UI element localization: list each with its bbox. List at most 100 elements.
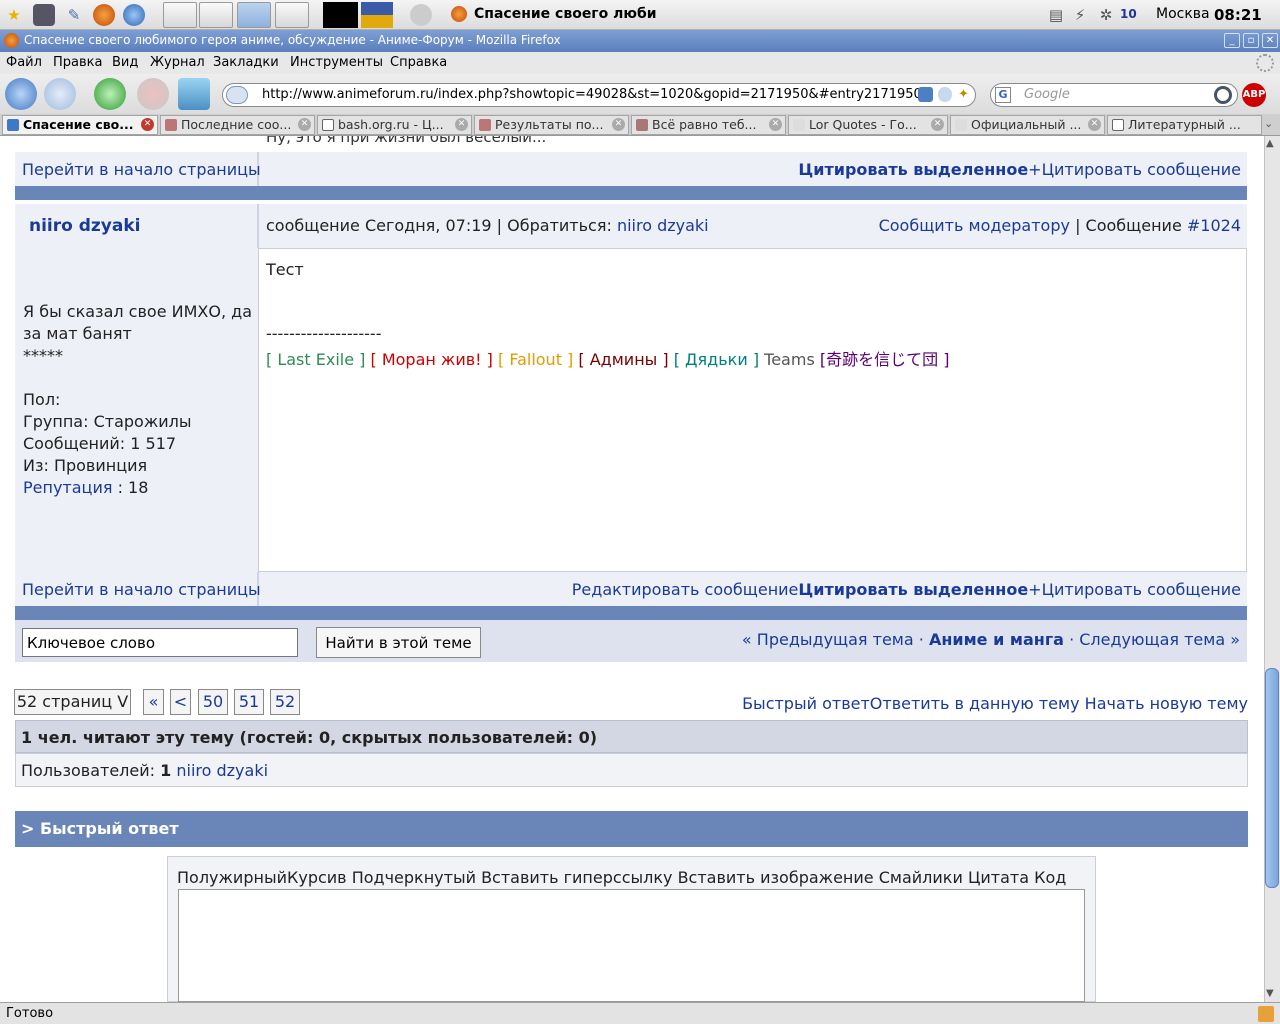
signature-item: [ Моран жив! ]: [370, 350, 493, 369]
taskbar-app-button[interactable]: [237, 2, 271, 28]
menu-history[interactable]: Журнал: [150, 55, 205, 70]
stop-icon[interactable]: [137, 78, 169, 110]
menu-file[interactable]: Файл: [6, 55, 42, 70]
menu-edit[interactable]: Правка: [53, 55, 102, 70]
post-header-actions: Сообщить модератору | Сообщение #1024: [879, 216, 1241, 235]
forward-icon[interactable]: [44, 78, 76, 110]
back-icon[interactable]: [5, 78, 37, 110]
page-link[interactable]: 51: [234, 689, 264, 715]
maximize-button[interactable]: ▫: [1243, 33, 1259, 48]
taskbar-app-button[interactable]: [275, 2, 309, 28]
taskbar-app-button[interactable]: [199, 2, 233, 28]
tab-close-icon[interactable]: ✕: [769, 118, 782, 131]
next-topic-link[interactable]: Следующая тема »: [1079, 630, 1240, 649]
scroll-up-icon[interactable]: ▲: [1266, 138, 1274, 149]
media-icon[interactable]: [410, 4, 432, 26]
tab-active[interactable]: Спасение сво... ✕: [2, 115, 158, 135]
google-engine-icon[interactable]: G: [995, 87, 1011, 103]
tools-icon[interactable]: ✎: [63, 4, 85, 26]
forum-link[interactable]: Аниме и манга: [929, 630, 1064, 649]
smilies-button[interactable]: Смайлики: [879, 868, 963, 887]
reply-link[interactable]: Ответить в данную тему: [870, 694, 1080, 713]
tab-close-icon[interactable]: ✕: [455, 118, 468, 131]
quick-reply-link[interactable]: Быстрый ответ: [742, 694, 870, 713]
tab-close-icon[interactable]: ✕: [1088, 118, 1101, 131]
code-button[interactable]: Код: [1034, 868, 1066, 887]
edit-message-link[interactable]: Редактировать сообщение: [572, 580, 799, 599]
taskbar-app-button[interactable]: [163, 2, 197, 28]
clipboard-icon[interactable]: ▤: [1045, 4, 1067, 26]
dropdown-icon[interactable]: [226, 86, 248, 104]
taskbar-window-title[interactable]: Спасение своего люби: [474, 6, 674, 22]
tab-close-icon[interactable]: ✕: [141, 118, 154, 131]
message-number-link[interactable]: #1024: [1187, 216, 1241, 235]
menu-tools[interactable]: Инструменты: [290, 55, 383, 70]
menu-help[interactable]: Справка: [390, 55, 447, 70]
quote-message-link[interactable]: Цитировать сообщение: [1042, 160, 1241, 179]
menu-bookmarks[interactable]: Закладки: [213, 55, 279, 70]
tab-label: Результаты по...: [495, 117, 604, 132]
top-of-page-link[interactable]: Перейти в начало страницы: [22, 160, 261, 179]
adblock-icon[interactable]: ABP: [1242, 83, 1266, 107]
network-icon[interactable]: ⚡: [1069, 4, 1091, 26]
top-of-page-link[interactable]: Перейти в начало страницы: [22, 580, 261, 599]
tab-close-icon[interactable]: ✕: [298, 118, 311, 131]
prev-page-button[interactable]: <: [170, 689, 191, 715]
tab[interactable]: Результаты по... ✕: [474, 115, 629, 135]
tab-close-icon[interactable]: ✕: [931, 118, 944, 131]
edit-icon[interactable]: [1258, 1006, 1274, 1022]
tab-label: Официальный ...: [971, 117, 1082, 132]
search-icon[interactable]: [1214, 86, 1232, 104]
reload-icon[interactable]: [94, 78, 126, 110]
quote-button[interactable]: Цитата: [968, 868, 1029, 887]
tab[interactable]: Литературный ...: [1107, 115, 1262, 135]
scrollbar-thumb[interactable]: [1265, 668, 1279, 888]
tab[interactable]: Lor Quotes - Го... ✕: [788, 115, 948, 135]
previous-topic-link[interactable]: « Предыдущая тема: [742, 630, 914, 649]
rss-icon[interactable]: [918, 87, 933, 102]
close-button[interactable]: ✕: [1262, 33, 1278, 48]
insert-image-button[interactable]: Вставить изображение: [678, 868, 874, 887]
quote-message-link[interactable]: Цитировать сообщение: [1042, 580, 1241, 599]
reply-textarea[interactable]: [178, 889, 1085, 1002]
page-link[interactable]: 50: [198, 689, 228, 715]
bulb-icon[interactable]: [938, 87, 952, 102]
report-moderator-link[interactable]: Сообщить модератору: [879, 216, 1070, 235]
find-in-topic-button[interactable]: Найти в этой теме: [316, 627, 481, 658]
page-link[interactable]: 52: [270, 689, 300, 715]
tab[interactable]: bash.org.ru - Ц... ✕: [317, 115, 472, 135]
mention-user-link[interactable]: niiro dzyaki: [617, 216, 709, 235]
keyword-input[interactable]: [22, 628, 298, 657]
terminal-icon[interactable]: [33, 4, 55, 26]
quote-selected-link[interactable]: Цитировать выделенное: [798, 160, 1028, 179]
insert-link-button[interactable]: Вставить гиперссылку: [481, 868, 672, 887]
post-author-link[interactable]: niiro dzyaki: [29, 216, 141, 236]
tab[interactable]: Всё равно теб... ✕: [631, 115, 786, 135]
scroll-down-icon[interactable]: ▼: [1266, 988, 1274, 999]
thunderbird-icon[interactable]: [123, 4, 145, 26]
quick-reply-heading[interactable]: > Быстрый ответ: [21, 819, 179, 838]
italic-button[interactable]: Курсив: [287, 868, 347, 887]
tab-close-icon[interactable]: ✕: [612, 118, 625, 131]
notification-badge: 10: [1120, 7, 1137, 21]
home-icon[interactable]: [178, 78, 210, 110]
bookmark-star-icon[interactable]: ✦: [958, 87, 972, 102]
clock-time[interactable]: 08:21: [1214, 6, 1262, 24]
star-icon[interactable]: ★: [3, 4, 25, 26]
minimize-button[interactable]: _: [1224, 33, 1240, 48]
new-topic-link[interactable]: Начать новую тему: [1085, 694, 1248, 713]
tab[interactable]: Последние соо... ✕: [160, 115, 315, 135]
underline-button[interactable]: Подчеркнутый: [352, 868, 476, 887]
reader-user-link[interactable]: niiro dzyaki: [176, 761, 268, 780]
satellite-icon[interactable]: ✲: [1095, 4, 1117, 26]
firefox-icon[interactable]: [93, 4, 115, 26]
bold-button[interactable]: Полужирный: [177, 868, 287, 887]
tab-list-icon[interactable]: ⌄: [1264, 117, 1273, 130]
first-page-button[interactable]: «: [143, 689, 164, 715]
menu-view[interactable]: Вид: [112, 55, 138, 70]
quote-selected-link[interactable]: Цитировать выделенное: [798, 580, 1028, 599]
pages-dropdown[interactable]: 52 страниц V: [14, 689, 131, 715]
tab[interactable]: Официальный ... ✕: [950, 115, 1105, 135]
url-text[interactable]: http://www.animeforum.ru/index.php?showt…: [262, 87, 922, 102]
reputation-link[interactable]: Репутация: [23, 478, 112, 497]
